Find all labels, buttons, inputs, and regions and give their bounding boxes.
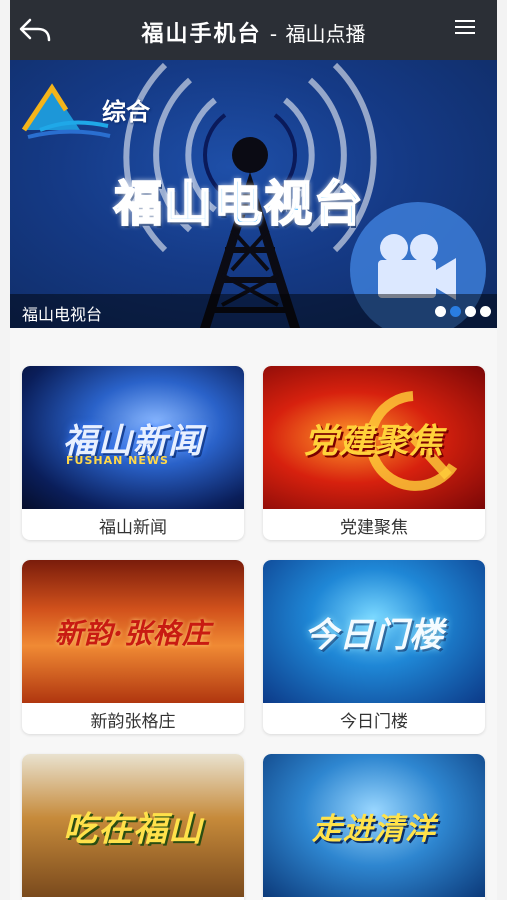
program-card-into-qingyang[interactable]: 走进清洋 bbox=[263, 754, 485, 900]
program-thumbnail: 党建聚焦 bbox=[263, 366, 485, 509]
page-title: 福山手机台 - 福山点播 bbox=[10, 16, 497, 48]
program-label: 今日门楼 bbox=[340, 712, 408, 732]
thumbnail-title: 吃在福山 bbox=[63, 809, 203, 849]
banner-caption-bar: 福山电视台 bbox=[10, 294, 497, 328]
program-thumbnail: 新韵·张格庄 bbox=[22, 560, 244, 703]
slide-dot-1[interactable] bbox=[435, 306, 446, 317]
channel-label: 综合 bbox=[102, 98, 150, 126]
program-label: 新韵张格庄 bbox=[90, 712, 176, 732]
program-card-fushan-news[interactable]: 福山新闻 FUSHAN NEWS 福山新闻 bbox=[22, 366, 244, 540]
thumbnail-title: 今日门楼 bbox=[304, 615, 444, 655]
hamburger-menu-icon bbox=[455, 20, 475, 34]
program-thumbnail: 吃在福山 bbox=[22, 754, 244, 897]
thumbnail-title: 党建聚焦 bbox=[304, 421, 444, 461]
slide-indicator bbox=[435, 306, 491, 317]
program-thumbnail: 走进清洋 bbox=[263, 754, 485, 897]
app-container: 福山手机台 - 福山点播 综合 福山电视台 福山电视台 福山新闻 FUSHAN … bbox=[10, 0, 497, 900]
program-card-eat-in-fushan[interactable]: 吃在福山 bbox=[22, 754, 244, 900]
program-thumbnail: 今日门楼 bbox=[263, 560, 485, 703]
brand-name: 福山手机台 bbox=[141, 21, 262, 47]
program-card-party-building[interactable]: 党建聚焦 党建聚焦 bbox=[263, 366, 485, 540]
station-logo bbox=[21, 83, 111, 139]
station-title: 福山电视台 bbox=[113, 175, 365, 233]
banner-caption: 福山电视台 bbox=[22, 305, 103, 324]
thumbnail-title: 走进清洋 bbox=[312, 811, 436, 847]
thumbnail-subtitle: FUSHAN NEWS bbox=[66, 454, 169, 467]
slide-dot-4[interactable] bbox=[480, 306, 491, 317]
slide-dot-2[interactable] bbox=[450, 306, 461, 317]
program-card-menlou-today[interactable]: 今日门楼 今日门楼 bbox=[263, 560, 485, 734]
slide-dot-3[interactable] bbox=[465, 306, 476, 317]
title-separator: - bbox=[269, 22, 278, 46]
program-card-zhanggezhuang[interactable]: 新韵·张格庄 新韵张格庄 bbox=[22, 560, 244, 734]
menu-button[interactable] bbox=[455, 20, 475, 36]
thumbnail-title: 新韵·张格庄 bbox=[55, 616, 211, 650]
app-header: 福山手机台 - 福山点播 bbox=[10, 0, 497, 60]
page-title-text: 福山点播 bbox=[285, 22, 366, 46]
left-gutter bbox=[0, 0, 10, 900]
program-label: 党建聚焦 bbox=[340, 518, 408, 538]
program-label: 福山新闻 bbox=[99, 518, 167, 538]
right-gutter bbox=[497, 0, 507, 900]
banner-carousel[interactable]: 综合 福山电视台 福山电视台 bbox=[10, 60, 497, 328]
program-thumbnail: 福山新闻 FUSHAN NEWS bbox=[22, 366, 244, 509]
